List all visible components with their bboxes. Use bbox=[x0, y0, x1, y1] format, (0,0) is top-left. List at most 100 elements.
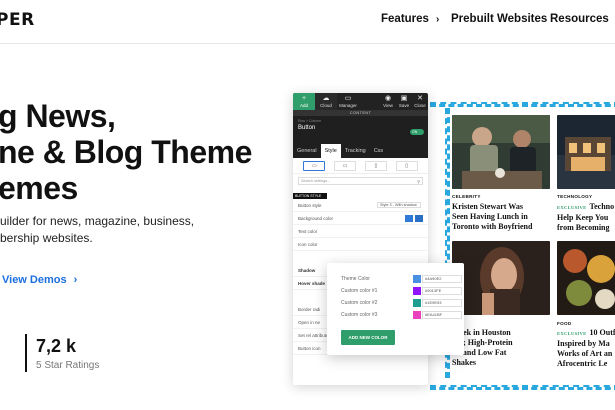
site-header: PER Features › Prebuilt Websites Resourc… bbox=[0, 0, 615, 44]
save-icon: ▣ bbox=[400, 95, 408, 102]
desktop-icon[interactable]: ▭ bbox=[303, 160, 326, 171]
article-title: EXCLUSIVE 10 Outf Inspired by Ma Works of… bbox=[557, 328, 615, 369]
setting-label: Button style bbox=[298, 202, 322, 208]
toolbar-label: Save bbox=[398, 103, 410, 108]
article-title: Kristen Stewart Was Seen Having Lunch in… bbox=[452, 202, 532, 232]
close-button[interactable]: ✕ Close bbox=[412, 93, 428, 110]
color-label: Theme Color bbox=[341, 276, 370, 282]
chevron-right-icon: › bbox=[435, 13, 440, 25]
tab-style[interactable]: Style bbox=[320, 144, 341, 158]
search-placeholder: Search settings... bbox=[301, 179, 331, 183]
exclusive-badge: EXCLUSIVE bbox=[557, 331, 587, 336]
color-row-custom-2[interactable]: Custom color #2 #1E9E93 bbox=[341, 299, 462, 308]
tab-general[interactable]: General bbox=[293, 144, 321, 158]
article-title-line: Toronto with Boyfriend bbox=[452, 222, 533, 231]
site-logo[interactable]: PER bbox=[0, 10, 35, 30]
color-hex-input[interactable]: #EA41BF bbox=[422, 311, 462, 319]
color-label: Custom color #3 bbox=[341, 312, 378, 318]
dashed-guide-bottom bbox=[430, 385, 615, 390]
nav-resources[interactable]: Resources › bbox=[550, 13, 615, 25]
article-title-line: Kristen Stewart Was bbox=[452, 202, 523, 211]
hero-title-line: emes bbox=[0, 170, 78, 206]
color-row-custom-3[interactable]: Custom color #3 #EA41BF bbox=[341, 311, 462, 320]
device-switcher: ▭ ▭ ▯ ▯ bbox=[293, 158, 428, 174]
article-title-line: Techno bbox=[589, 202, 615, 211]
cloud-button[interactable]: ☁ Cloud bbox=[315, 93, 337, 110]
color-row-custom-1[interactable]: Custom color #1 #9013FE bbox=[341, 287, 462, 296]
setting-icon-color[interactable]: Icon color bbox=[293, 238, 428, 251]
color-chip[interactable] bbox=[413, 275, 421, 283]
color-swatch[interactable] bbox=[405, 215, 413, 222]
button-style-select[interactable]: Style 3 - With shadow bbox=[377, 202, 421, 208]
setting-label: Hover shade bbox=[298, 280, 326, 286]
article-image bbox=[452, 241, 550, 315]
article-title-line: Inspired by Ma bbox=[557, 339, 610, 348]
search-icon: ⚲ bbox=[417, 179, 420, 184]
setting-text-color[interactable]: Text color bbox=[293, 225, 428, 238]
add-button[interactable]: + Add bbox=[293, 93, 315, 110]
settings-tabs: General Style Tracking Css bbox=[293, 144, 428, 158]
hero-description-line: uilder for news, magazine, business, bbox=[0, 214, 195, 228]
color-row-theme[interactable]: Theme Color #4A90E2 bbox=[341, 275, 462, 284]
color-label: Custom color #2 bbox=[341, 300, 378, 306]
mobile-icon[interactable]: ▯ bbox=[395, 160, 418, 171]
nav-label: Resources bbox=[550, 13, 609, 25]
setting-button-style[interactable]: Button style Style 3 - With shadow bbox=[293, 199, 428, 212]
article-title-line: Seen Having Lunch in bbox=[452, 212, 528, 221]
color-hex-input[interactable]: #1E9E93 bbox=[422, 299, 462, 307]
nav-features[interactable]: Features › bbox=[381, 13, 439, 25]
color-hex-input[interactable]: #9013FE bbox=[422, 287, 462, 295]
toolbar-label: Cloud bbox=[320, 103, 332, 108]
element-toggle[interactable]: ON bbox=[410, 129, 424, 135]
dashed-guide-top bbox=[430, 102, 615, 107]
element-header: Row > Column Button ON bbox=[293, 116, 428, 144]
settings-search-input[interactable]: Search settings... ⚲ bbox=[298, 177, 423, 185]
hero-title-line: g News, bbox=[0, 98, 116, 134]
close-icon: ✕ bbox=[417, 95, 423, 102]
setting-label: Set rel attribute bbox=[298, 332, 329, 338]
tablet-icon[interactable]: ▯ bbox=[364, 160, 387, 171]
toolbar-label: View bbox=[383, 103, 393, 108]
article-title: EXCLUSIVE Techno Help Keep You from Becom… bbox=[557, 202, 614, 233]
manager-icon: ▭ bbox=[344, 95, 352, 102]
builder-toolbar: + Add ☁ Cloud ▭ Manager ◉ View ▣ Save ✕ Close bbox=[293, 93, 428, 110]
chevron-right-icon: › bbox=[73, 274, 78, 286]
rating-value: 7,2 k bbox=[36, 336, 77, 356]
article-image bbox=[557, 241, 615, 315]
view-button[interactable]: ◉ View bbox=[380, 93, 396, 110]
element-title: Button bbox=[298, 125, 316, 131]
hero-description-line: bership websites. bbox=[0, 231, 93, 245]
article-title-line: Help Keep You bbox=[557, 213, 609, 222]
breadcrumb[interactable]: Row > Column bbox=[298, 119, 423, 123]
setting-label: Background color bbox=[298, 215, 334, 221]
hero-title-line: ne & Blog Theme bbox=[0, 134, 252, 170]
setting-label: Text color bbox=[298, 228, 318, 234]
color-chip[interactable] bbox=[413, 287, 421, 295]
manager-button[interactable]: ▭ Manager bbox=[337, 93, 359, 110]
tablet-landscape-icon[interactable]: ▭ bbox=[334, 160, 357, 171]
setting-label: Icon color bbox=[298, 241, 318, 247]
article-category: CELEBRITY bbox=[452, 194, 481, 199]
color-hex-input[interactable]: #4A90E2 bbox=[422, 275, 462, 283]
nav-label: Features bbox=[381, 13, 429, 25]
setting-label: Button icon bbox=[298, 345, 321, 351]
nav-label: Prebuilt Websites bbox=[451, 13, 548, 25]
view-demos-link[interactable]: View Demos › bbox=[2, 274, 77, 286]
save-button[interactable]: ▣ Save bbox=[396, 93, 412, 110]
color-swatch[interactable] bbox=[415, 215, 423, 222]
setting-label: Border radi bbox=[298, 306, 321, 312]
nav-prebuilt-websites[interactable]: Prebuilt Websites bbox=[451, 13, 547, 25]
add-new-color-button[interactable]: ADD NEW COLOR bbox=[341, 330, 395, 345]
color-label: Custom color #1 bbox=[341, 288, 378, 294]
color-chip[interactable] bbox=[413, 299, 421, 307]
tab-tracking[interactable]: Tracking bbox=[341, 144, 370, 158]
article-category: FOOD bbox=[557, 321, 572, 326]
color-chip[interactable] bbox=[413, 311, 421, 319]
tab-css[interactable]: Css bbox=[370, 144, 387, 158]
article-title-line: Shakes bbox=[452, 358, 477, 367]
rating-divider bbox=[25, 334, 27, 372]
setting-background-color[interactable]: Background color bbox=[293, 212, 428, 225]
view-demos-label: View Demos bbox=[2, 274, 67, 286]
article-title-line: Works of Art an bbox=[557, 349, 613, 358]
